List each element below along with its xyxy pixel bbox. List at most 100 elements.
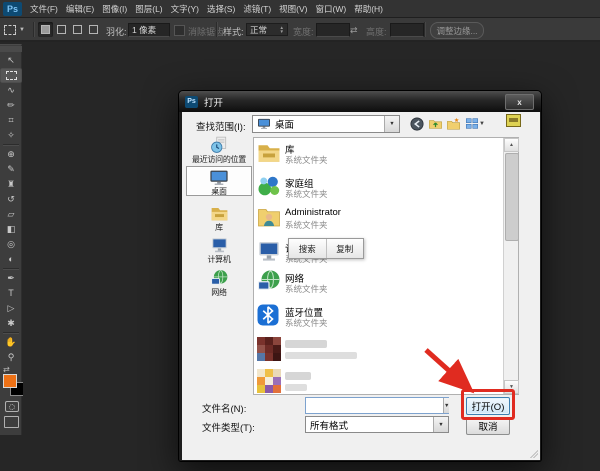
menu-help[interactable]: 帮助(H) bbox=[354, 3, 383, 15]
dialog-title-bar[interactable]: Ps 打开 x bbox=[179, 91, 541, 112]
file-item-network[interactable]: 网络 系统文件夹 bbox=[256, 268, 486, 298]
type-tool[interactable]: T bbox=[0, 286, 22, 301]
up-one-level-button[interactable] bbox=[427, 116, 443, 131]
chevron-down-icon[interactable]: ▼ bbox=[443, 398, 449, 413]
path-selection-tool[interactable]: ▷ bbox=[0, 301, 22, 316]
tool-preset-picker[interactable]: ▼ bbox=[4, 22, 30, 37]
file-item-administrator[interactable]: Administrator 系统文件夹 bbox=[256, 204, 486, 234]
history-brush-tool[interactable]: ↺ bbox=[0, 192, 22, 207]
pen-tool[interactable]: ✒ bbox=[0, 271, 22, 286]
file-name-label: 文件名(N): bbox=[202, 401, 246, 415]
views-menu-icon bbox=[465, 117, 479, 130]
refine-edge-button[interactable]: 调整边缘... bbox=[430, 22, 484, 39]
lasso-tool[interactable]: ∿ bbox=[0, 83, 22, 98]
zoom-tool[interactable]: ⚲ bbox=[0, 350, 22, 365]
menu-filter[interactable]: 滤镜(T) bbox=[243, 3, 271, 15]
divider bbox=[216, 22, 218, 37]
file-item-bluetooth[interactable]: 蓝牙位置 系统文件夹 bbox=[256, 302, 486, 332]
file-name-combo[interactable]: ▼ bbox=[305, 397, 449, 414]
place-recent-locations[interactable]: 最近访问的位置 bbox=[186, 136, 252, 164]
eraser-icon: ▱ bbox=[8, 207, 15, 222]
chevron-down-icon: ▼ bbox=[479, 121, 485, 127]
menu-image[interactable]: 图像(I) bbox=[102, 3, 127, 15]
screen-mode-button[interactable] bbox=[4, 416, 19, 428]
libraries-icon bbox=[256, 140, 282, 164]
chevron-down-icon[interactable]: ▼ bbox=[433, 417, 448, 432]
menu-type[interactable]: 文字(Y) bbox=[171, 3, 199, 15]
file-type-select[interactable]: 所有格式 ▼ bbox=[305, 416, 449, 433]
width-input[interactable] bbox=[316, 23, 350, 37]
place-libraries[interactable]: 库 bbox=[186, 204, 252, 232]
tools-panel: ↖ ∿ ✏ ⌗ ✧ ⊕ ✎ ♜ ↺ ▱ ◧ ◎ ◐ ✒ T ▷ ✱ ✋ ⚲ ⇄ bbox=[0, 44, 22, 435]
custom-shape-tool[interactable]: ✱ bbox=[0, 316, 22, 331]
feather-input[interactable] bbox=[128, 23, 170, 37]
menu-window[interactable]: 窗口(W) bbox=[316, 3, 347, 15]
scrollbar-thumb[interactable] bbox=[505, 153, 519, 241]
new-selection-button[interactable] bbox=[38, 22, 53, 37]
place-label: 计算机 bbox=[186, 255, 252, 264]
swap-dimensions-icon[interactable]: ⇄ bbox=[350, 25, 358, 36]
quick-selection-icon: ✏ bbox=[7, 98, 15, 113]
quick-selection-tool[interactable]: ✏ bbox=[0, 98, 22, 113]
dodge-tool[interactable]: ◐ bbox=[0, 252, 22, 267]
eyedropper-icon: ✧ bbox=[7, 128, 15, 143]
libraries-icon bbox=[209, 204, 230, 222]
views-menu-button[interactable]: ▼ bbox=[463, 116, 487, 131]
menu-select[interactable]: 选择(S) bbox=[207, 3, 235, 15]
path-selection-icon: ▷ bbox=[8, 301, 15, 316]
hand-tool[interactable]: ✋ bbox=[0, 335, 22, 350]
back-button[interactable] bbox=[409, 116, 425, 131]
type-icon: T bbox=[8, 286, 14, 301]
add-to-selection-button[interactable] bbox=[54, 22, 69, 37]
crop-tool[interactable]: ⌗ bbox=[0, 113, 22, 128]
triangle-up-icon: ▲ bbox=[509, 142, 514, 148]
rectangular-marquee-tool[interactable] bbox=[0, 68, 22, 83]
file-name-input[interactable] bbox=[306, 397, 443, 414]
menu-file[interactable]: 文件(F) bbox=[30, 3, 58, 15]
copy-button[interactable]: 复制 bbox=[327, 239, 364, 258]
move-tool[interactable]: ↖ bbox=[0, 53, 22, 68]
place-network[interactable]: 网络 bbox=[186, 269, 252, 297]
width-label: 宽度: bbox=[293, 25, 314, 38]
resize-grip[interactable] bbox=[529, 449, 538, 458]
quick-mask-button[interactable] bbox=[5, 401, 19, 412]
style-select[interactable]: 正常 ▲▼ bbox=[246, 23, 288, 36]
censored-thumbnail bbox=[256, 337, 282, 361]
file-name: Administrator bbox=[285, 207, 341, 218]
place-desktop[interactable]: 桌面 bbox=[186, 166, 252, 196]
place-computer[interactable]: 计算机 bbox=[186, 236, 252, 264]
blur-tool[interactable]: ◎ bbox=[0, 237, 22, 252]
file-item-homegroup[interactable]: 家庭组 系统文件夹 bbox=[256, 173, 486, 203]
style-label: 样式: bbox=[223, 25, 244, 38]
eraser-tool[interactable]: ▱ bbox=[0, 207, 22, 222]
foreground-color-swatch[interactable] bbox=[3, 374, 17, 388]
new-folder-button[interactable] bbox=[445, 116, 461, 131]
look-in-select[interactable]: 桌面 ▼ bbox=[252, 115, 400, 133]
gradient-tool[interactable]: ◧ bbox=[0, 222, 22, 237]
swap-colors-icon[interactable]: ⇄ bbox=[3, 365, 10, 374]
list-scrollbar[interactable]: ▲ ▼ bbox=[503, 138, 518, 394]
search-button[interactable]: 搜索 bbox=[289, 239, 327, 258]
tools-panel-header[interactable] bbox=[0, 46, 22, 52]
clone-stamp-tool[interactable]: ♜ bbox=[0, 177, 22, 192]
new-folder-icon bbox=[446, 117, 461, 131]
chevron-down-icon[interactable]: ▼ bbox=[384, 116, 399, 132]
brush-tool[interactable]: ✎ bbox=[0, 162, 22, 177]
intersect-selection-button[interactable] bbox=[86, 22, 101, 37]
menu-edit[interactable]: 编辑(E) bbox=[66, 3, 94, 15]
menu-layer[interactable]: 图层(L) bbox=[135, 3, 162, 15]
height-input[interactable] bbox=[390, 23, 424, 37]
file-type: 系统文件夹 bbox=[285, 317, 328, 329]
eyedropper-tool[interactable]: ✧ bbox=[0, 128, 22, 143]
blurred-file-name bbox=[285, 372, 311, 380]
spot-healing-brush-tool[interactable]: ⊕ bbox=[0, 147, 22, 162]
close-button[interactable]: x bbox=[505, 94, 534, 110]
menu-view[interactable]: 视图(V) bbox=[279, 3, 307, 15]
scroll-up-button[interactable]: ▲ bbox=[504, 138, 519, 152]
file-type: 系统文件夹 bbox=[285, 283, 328, 295]
file-item-libraries[interactable]: 库 系统文件夹 bbox=[256, 139, 486, 169]
move-icon: ↖ bbox=[7, 53, 15, 68]
antialias-checkbox[interactable] bbox=[174, 25, 185, 36]
subtract-from-selection-button[interactable] bbox=[70, 22, 85, 37]
place-label: 桌面 bbox=[187, 187, 251, 196]
